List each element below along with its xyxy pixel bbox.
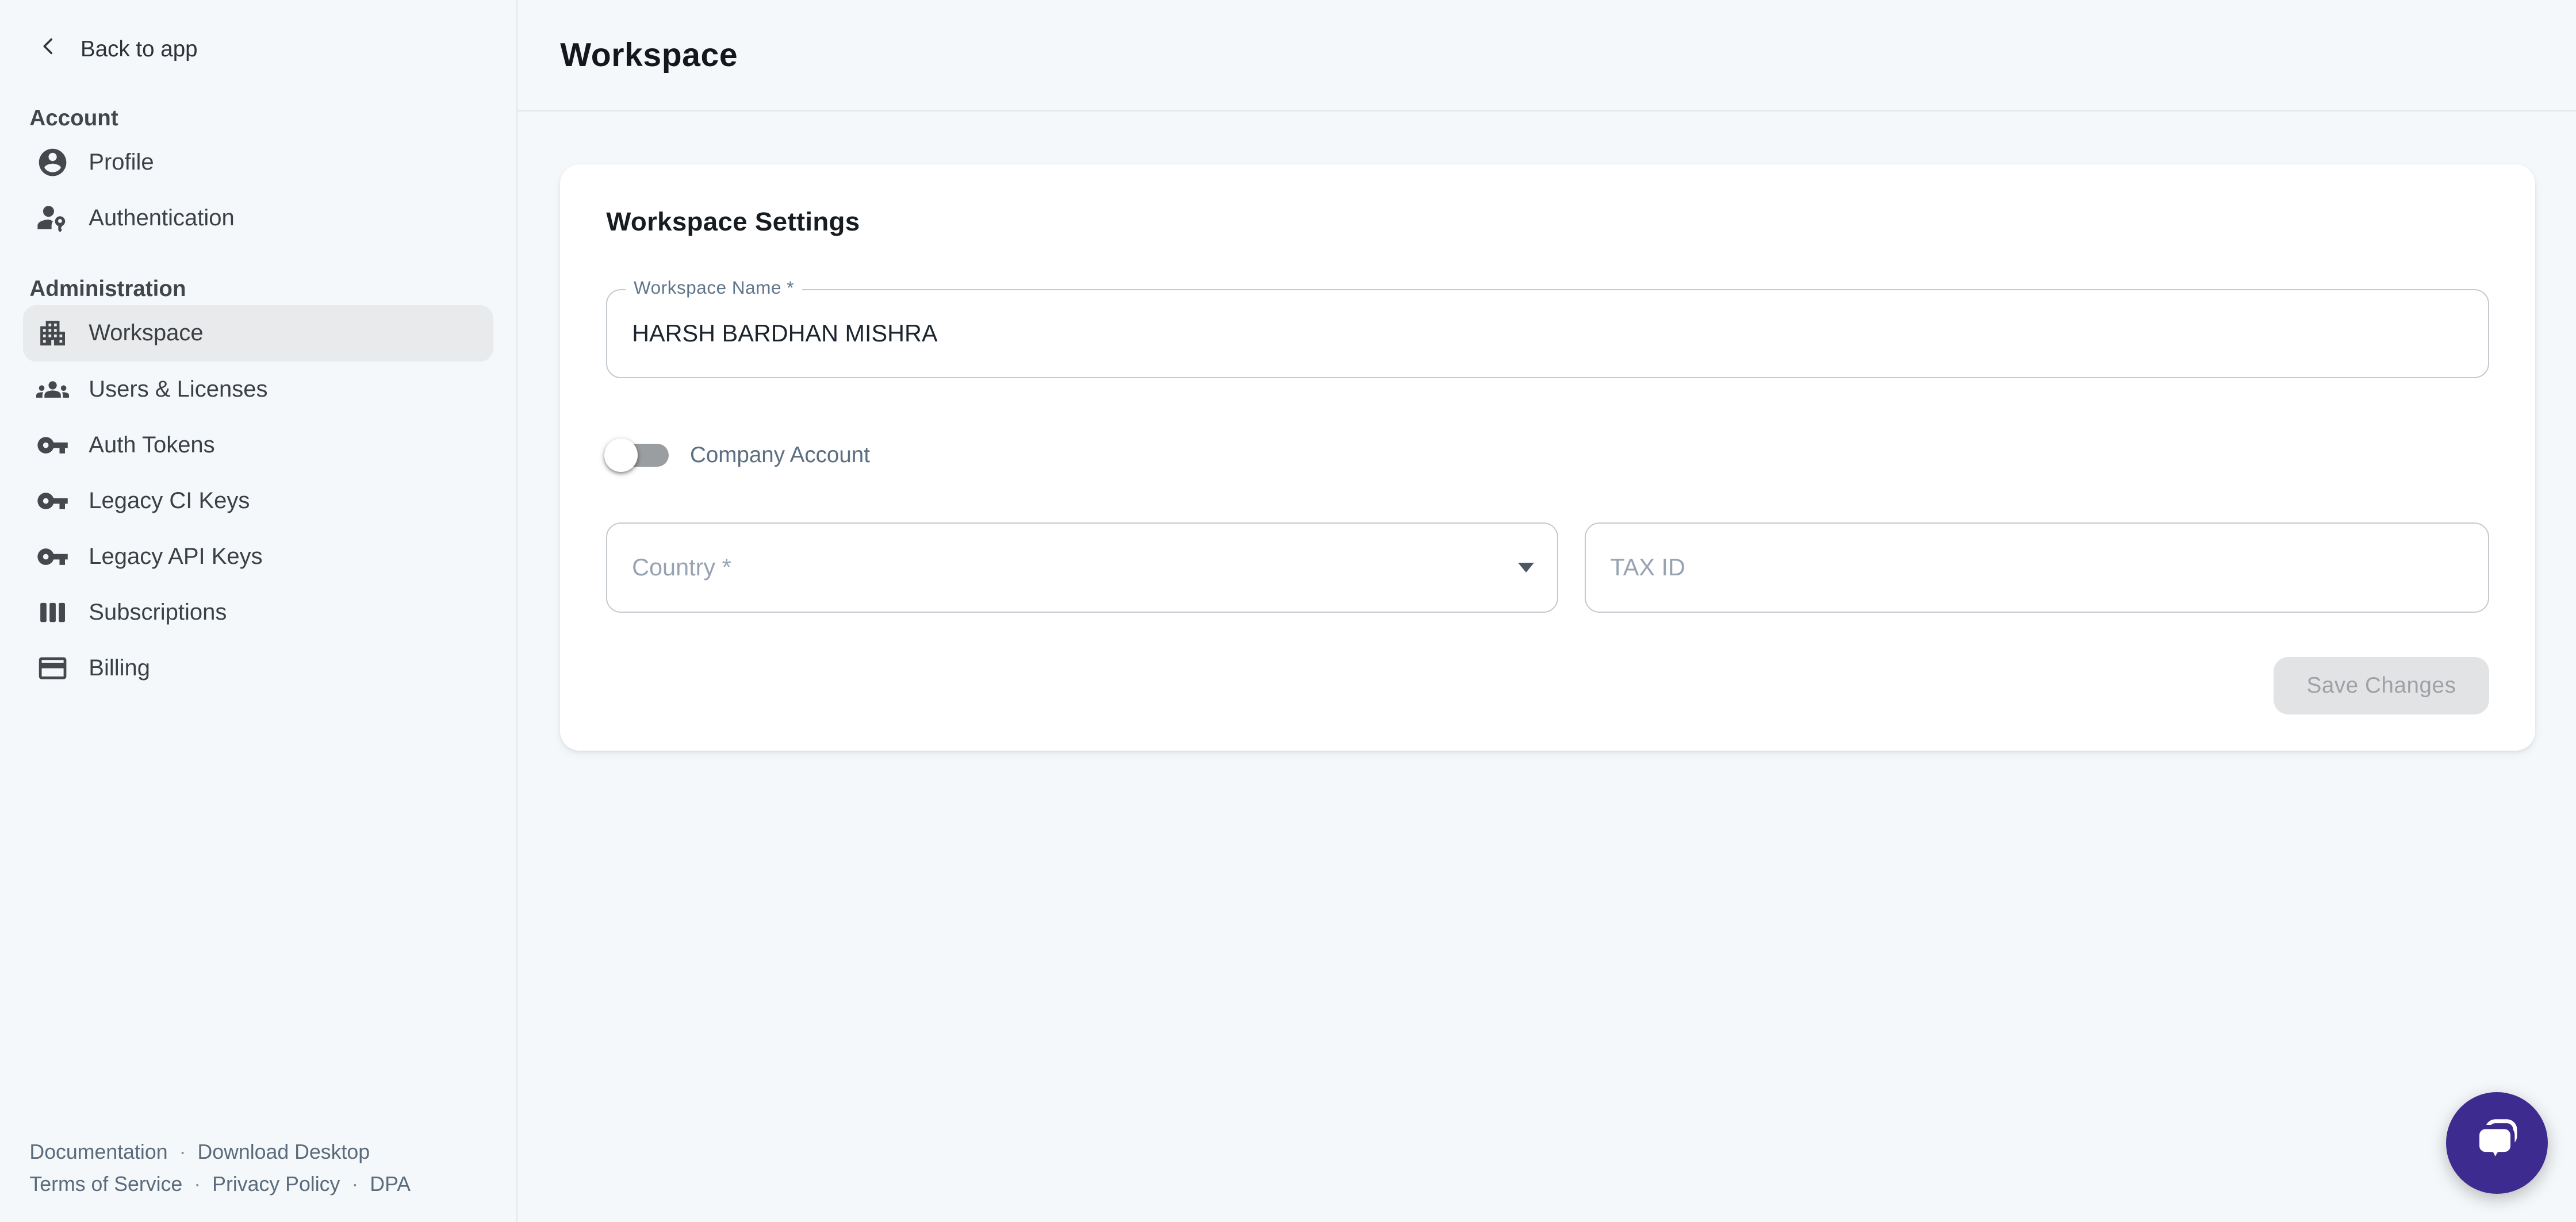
card-actions: Save Changes (606, 657, 2489, 714)
workspace-settings-card: Workspace Settings Workspace Name * Comp… (560, 164, 2535, 751)
building-icon (36, 317, 69, 349)
sidebar-item-authentication[interactable]: Authentication (23, 190, 493, 246)
chat-launcher-button[interactable] (2446, 1092, 2548, 1194)
key-icon (36, 429, 69, 462)
sidebar-item-users-licenses[interactable]: Users & Licenses (23, 362, 493, 417)
caret-down-icon (1518, 563, 1534, 572)
workspace-name-label: Workspace Name * (626, 278, 803, 298)
dot-separator: · (179, 1140, 186, 1163)
country-select[interactable]: Country * (606, 522, 1558, 613)
privacy-policy-link[interactable]: Privacy Policy (212, 1173, 340, 1196)
download-desktop-link[interactable]: Download Desktop (197, 1140, 370, 1163)
back-to-app-button[interactable]: Back to app (0, 26, 516, 72)
section-label-account: Account (0, 102, 516, 135)
sidebar-item-label: Auth Tokens (89, 432, 214, 458)
country-placeholder: Country * (632, 554, 731, 581)
workspace-name-input[interactable] (607, 290, 2487, 376)
footer-row-1: Documentation · Download Desktop (29, 1136, 486, 1169)
content-area: Workspace Settings Workspace Name * Comp… (518, 112, 2576, 751)
groups-icon (36, 373, 69, 406)
key-icon (36, 485, 69, 517)
tax-id-field (1585, 522, 2489, 613)
sidebar-item-legacy-ci-keys[interactable]: Legacy CI Keys (23, 473, 493, 529)
account-circle-icon (36, 146, 69, 179)
sidebar-item-profile[interactable]: Profile (23, 135, 493, 190)
save-changes-button[interactable]: Save Changes (2274, 657, 2489, 714)
terms-of-service-link[interactable]: Terms of Service (29, 1173, 182, 1196)
sidebar-item-workspace[interactable]: Workspace (23, 305, 493, 361)
company-account-toggle[interactable] (606, 439, 669, 471)
sidebar-item-label: Authentication (89, 205, 235, 231)
sidebar-item-subscriptions[interactable]: Subscriptions (23, 585, 493, 640)
country-tax-row: Country * (606, 522, 2489, 613)
sidebar-item-label: Users & Licenses (89, 376, 267, 402)
company-account-row: Company Account (606, 434, 2489, 476)
workspace-name-field: Workspace Name * (606, 289, 2489, 378)
footer-row-2: Terms of Service · Privacy Policy · DPA (29, 1169, 486, 1201)
dot-separator: · (194, 1173, 201, 1196)
sidebar-item-label: Profile (89, 149, 154, 175)
settings-sidebar: Back to app Account Profile Authenticati… (0, 0, 518, 1222)
chevron-left-icon (36, 34, 61, 64)
sidebar-item-auth-tokens[interactable]: Auth Tokens (23, 417, 493, 473)
sidebar-item-legacy-api-keys[interactable]: Legacy API Keys (23, 529, 493, 585)
columns-icon (36, 596, 69, 629)
page-title: Workspace (560, 36, 738, 74)
key-icon (36, 540, 69, 573)
sidebar-footer: Documentation · Download Desktop Terms of … (0, 1136, 516, 1222)
dot-separator: · (351, 1173, 358, 1196)
company-account-label: Company Account (690, 443, 870, 468)
sidebar-item-label: Billing (89, 655, 150, 681)
sidebar-item-billing[interactable]: Billing (23, 640, 493, 696)
workspace-settings-page: Back to app Account Profile Authenticati… (0, 0, 2576, 1222)
credit-card-icon (36, 652, 69, 685)
page-header: Workspace (518, 0, 2576, 112)
person-key-icon (36, 202, 69, 235)
back-to-app-label: Back to app (80, 37, 198, 62)
toggle-thumb (604, 439, 637, 471)
documentation-link[interactable]: Documentation (29, 1140, 167, 1163)
sidebar-item-label: Legacy CI Keys (89, 488, 250, 514)
dpa-link[interactable]: DPA (370, 1173, 411, 1196)
chat-bubbles-icon (2469, 1112, 2525, 1174)
main-panel: Workspace Workspace Settings Workspace N… (518, 0, 2576, 1222)
section-label-administration: Administration (0, 272, 516, 305)
sidebar-item-label: Subscriptions (89, 600, 227, 625)
card-title: Workspace Settings (606, 207, 2489, 237)
sidebar-item-label: Workspace (89, 320, 203, 346)
sidebar-item-label: Legacy API Keys (89, 544, 262, 570)
tax-id-input[interactable] (1586, 524, 2488, 612)
